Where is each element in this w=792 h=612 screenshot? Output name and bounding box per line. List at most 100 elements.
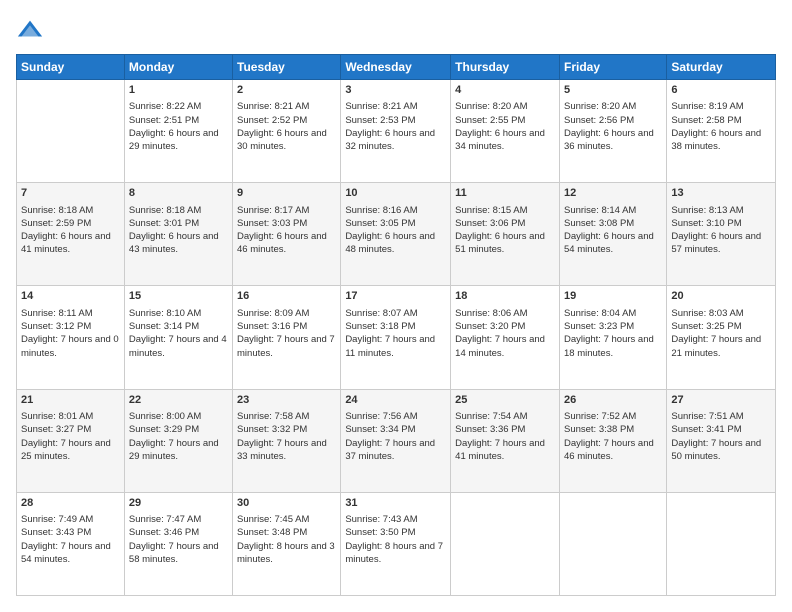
day-number: 28: [21, 496, 120, 511]
cell-content: 14 Sunrise: 8:11 AM Sunset: 3:12 PM Dayl…: [21, 289, 120, 360]
calendar-cell: 27 Sunrise: 7:51 AM Sunset: 3:41 PM Dayl…: [667, 389, 776, 492]
daylight-text: Daylight: 7 hours and 14 minutes.: [455, 333, 555, 360]
day-number: 29: [129, 496, 228, 511]
cell-content: 4 Sunrise: 8:20 AM Sunset: 2:55 PM Dayli…: [455, 83, 555, 154]
cell-content: 16 Sunrise: 8:09 AM Sunset: 3:16 PM Dayl…: [237, 289, 336, 360]
cell-content: 28 Sunrise: 7:49 AM Sunset: 3:43 PM Dayl…: [21, 496, 120, 567]
sunrise-text: Sunrise: 8:22 AM: [129, 100, 228, 113]
day-number: 31: [345, 496, 446, 511]
cell-content: 25 Sunrise: 7:54 AM Sunset: 3:36 PM Dayl…: [455, 393, 555, 464]
calendar-cell: 13 Sunrise: 8:13 AM Sunset: 3:10 PM Dayl…: [667, 183, 776, 286]
sunrise-text: Sunrise: 7:54 AM: [455, 410, 555, 423]
calendar-cell: 16 Sunrise: 8:09 AM Sunset: 3:16 PM Dayl…: [233, 286, 341, 389]
calendar-table: SundayMondayTuesdayWednesdayThursdayFrid…: [16, 54, 776, 596]
sunrise-text: Sunrise: 8:21 AM: [345, 100, 446, 113]
sunrise-text: Sunrise: 8:13 AM: [671, 204, 771, 217]
daylight-text: Daylight: 6 hours and 46 minutes.: [237, 230, 336, 257]
cell-content: 12 Sunrise: 8:14 AM Sunset: 3:08 PM Dayl…: [564, 186, 662, 257]
calendar-cell: [17, 80, 125, 183]
cell-content: 31 Sunrise: 7:43 AM Sunset: 3:50 PM Dayl…: [345, 496, 446, 567]
calendar-week-row: 7 Sunrise: 8:18 AM Sunset: 2:59 PM Dayli…: [17, 183, 776, 286]
sunrise-text: Sunrise: 8:03 AM: [671, 307, 771, 320]
daylight-text: Daylight: 7 hours and 29 minutes.: [129, 437, 228, 464]
day-number: 30: [237, 496, 336, 511]
sunrise-text: Sunrise: 8:11 AM: [21, 307, 120, 320]
cell-content: 2 Sunrise: 8:21 AM Sunset: 2:52 PM Dayli…: [237, 83, 336, 154]
calendar-cell: 28 Sunrise: 7:49 AM Sunset: 3:43 PM Dayl…: [17, 492, 125, 595]
sunrise-text: Sunrise: 8:18 AM: [129, 204, 228, 217]
sunrise-text: Sunrise: 7:51 AM: [671, 410, 771, 423]
day-number: 17: [345, 289, 446, 304]
sunrise-text: Sunrise: 8:21 AM: [237, 100, 336, 113]
daylight-text: Daylight: 7 hours and 46 minutes.: [564, 437, 662, 464]
daylight-text: Daylight: 7 hours and 21 minutes.: [671, 333, 771, 360]
calendar-cell: 2 Sunrise: 8:21 AM Sunset: 2:52 PM Dayli…: [233, 80, 341, 183]
sunset-text: Sunset: 2:53 PM: [345, 114, 446, 127]
cell-content: 20 Sunrise: 8:03 AM Sunset: 3:25 PM Dayl…: [671, 289, 771, 360]
cell-content: 22 Sunrise: 8:00 AM Sunset: 3:29 PM Dayl…: [129, 393, 228, 464]
day-number: 5: [564, 83, 662, 98]
sunset-text: Sunset: 3:01 PM: [129, 217, 228, 230]
sunset-text: Sunset: 2:55 PM: [455, 114, 555, 127]
sunrise-text: Sunrise: 8:20 AM: [455, 100, 555, 113]
page: SundayMondayTuesdayWednesdayThursdayFrid…: [0, 0, 792, 612]
day-number: 20: [671, 289, 771, 304]
day-number: 3: [345, 83, 446, 98]
calendar-cell: 24 Sunrise: 7:56 AM Sunset: 3:34 PM Dayl…: [341, 389, 451, 492]
calendar-cell: [451, 492, 560, 595]
calendar-cell: 19 Sunrise: 8:04 AM Sunset: 3:23 PM Dayl…: [559, 286, 666, 389]
cell-content: 29 Sunrise: 7:47 AM Sunset: 3:46 PM Dayl…: [129, 496, 228, 567]
daylight-text: Daylight: 7 hours and 11 minutes.: [345, 333, 446, 360]
sunrise-text: Sunrise: 7:43 AM: [345, 513, 446, 526]
logo-icon: [16, 16, 44, 44]
daylight-text: Daylight: 6 hours and 30 minutes.: [237, 127, 336, 154]
sunset-text: Sunset: 3:36 PM: [455, 423, 555, 436]
cell-content: 15 Sunrise: 8:10 AM Sunset: 3:14 PM Dayl…: [129, 289, 228, 360]
sunrise-text: Sunrise: 8:10 AM: [129, 307, 228, 320]
day-number: 1: [129, 83, 228, 98]
day-number: 15: [129, 289, 228, 304]
sunset-text: Sunset: 2:59 PM: [21, 217, 120, 230]
calendar-cell: 10 Sunrise: 8:16 AM Sunset: 3:05 PM Dayl…: [341, 183, 451, 286]
calendar-cell: 5 Sunrise: 8:20 AM Sunset: 2:56 PM Dayli…: [559, 80, 666, 183]
header: [16, 16, 776, 44]
calendar-week-row: 14 Sunrise: 8:11 AM Sunset: 3:12 PM Dayl…: [17, 286, 776, 389]
sunrise-text: Sunrise: 7:56 AM: [345, 410, 446, 423]
daylight-text: Daylight: 6 hours and 43 minutes.: [129, 230, 228, 257]
sunset-text: Sunset: 3:05 PM: [345, 217, 446, 230]
day-number: 26: [564, 393, 662, 408]
day-number: 4: [455, 83, 555, 98]
weekday-header-thursday: Thursday: [451, 55, 560, 80]
calendar-cell: 21 Sunrise: 8:01 AM Sunset: 3:27 PM Dayl…: [17, 389, 125, 492]
calendar-cell: 12 Sunrise: 8:14 AM Sunset: 3:08 PM Dayl…: [559, 183, 666, 286]
daylight-text: Daylight: 6 hours and 48 minutes.: [345, 230, 446, 257]
cell-content: 8 Sunrise: 8:18 AM Sunset: 3:01 PM Dayli…: [129, 186, 228, 257]
calendar-cell: 25 Sunrise: 7:54 AM Sunset: 3:36 PM Dayl…: [451, 389, 560, 492]
daylight-text: Daylight: 7 hours and 25 minutes.: [21, 437, 120, 464]
sunset-text: Sunset: 3:41 PM: [671, 423, 771, 436]
calendar-cell: 11 Sunrise: 8:15 AM Sunset: 3:06 PM Dayl…: [451, 183, 560, 286]
daylight-text: Daylight: 6 hours and 34 minutes.: [455, 127, 555, 154]
sunset-text: Sunset: 3:25 PM: [671, 320, 771, 333]
sunset-text: Sunset: 3:43 PM: [21, 526, 120, 539]
sunrise-text: Sunrise: 7:49 AM: [21, 513, 120, 526]
cell-content: 27 Sunrise: 7:51 AM Sunset: 3:41 PM Dayl…: [671, 393, 771, 464]
sunrise-text: Sunrise: 8:18 AM: [21, 204, 120, 217]
daylight-text: Daylight: 7 hours and 37 minutes.: [345, 437, 446, 464]
day-number: 12: [564, 186, 662, 201]
sunset-text: Sunset: 2:52 PM: [237, 114, 336, 127]
cell-content: 6 Sunrise: 8:19 AM Sunset: 2:58 PM Dayli…: [671, 83, 771, 154]
day-number: 10: [345, 186, 446, 201]
sunrise-text: Sunrise: 7:45 AM: [237, 513, 336, 526]
cell-content: 7 Sunrise: 8:18 AM Sunset: 2:59 PM Dayli…: [21, 186, 120, 257]
day-number: 21: [21, 393, 120, 408]
sunrise-text: Sunrise: 8:20 AM: [564, 100, 662, 113]
weekday-header-row: SundayMondayTuesdayWednesdayThursdayFrid…: [17, 55, 776, 80]
cell-content: 30 Sunrise: 7:45 AM Sunset: 3:48 PM Dayl…: [237, 496, 336, 567]
day-number: 2: [237, 83, 336, 98]
daylight-text: Daylight: 6 hours and 38 minutes.: [671, 127, 771, 154]
weekday-header-monday: Monday: [124, 55, 232, 80]
calendar-cell: 30 Sunrise: 7:45 AM Sunset: 3:48 PM Dayl…: [233, 492, 341, 595]
sunset-text: Sunset: 3:23 PM: [564, 320, 662, 333]
calendar-cell: 23 Sunrise: 7:58 AM Sunset: 3:32 PM Dayl…: [233, 389, 341, 492]
